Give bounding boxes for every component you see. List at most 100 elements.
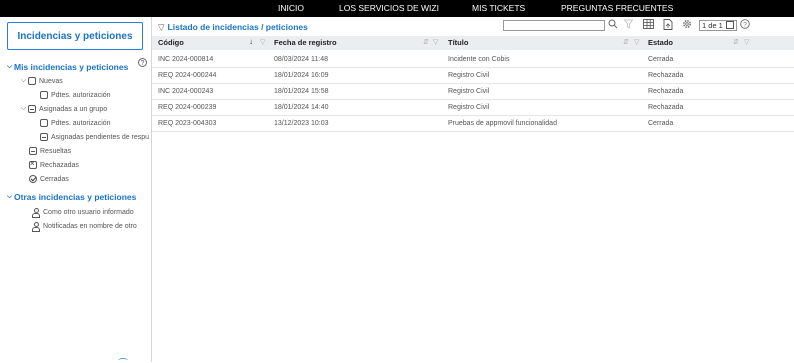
dashed-box-icon [40,133,48,141]
sort-icon[interactable]: ⇵ [623,38,629,46]
cell-codigo: INC 2024-000814 [158,56,214,63]
tree-label: Resueltas [40,147,72,155]
dashed-box-icon [28,105,36,113]
column-header-estado[interactable]: Estado [648,38,673,47]
column-filter-icon[interactable]: ▽ [260,38,265,46]
cell-estado: Cerrada [648,56,674,63]
help-icon[interactable]: ? [740,19,750,31]
chevron-down-icon: ⌵ [6,63,13,70]
svg-text:?: ? [743,21,747,28]
dashed-box-icon [29,147,37,155]
cell-estado: Cerrada [648,120,674,127]
tree-otro-usuario[interactable]: Como otro usuario informado [31,206,134,218]
column-filter-icon[interactable]: ▽ [744,38,749,46]
tree-asignadas[interactable]: ⌵ Asignadas a un grupo [19,103,107,115]
help-icon[interactable]: ? [138,58,147,67]
table-header: Código ↓ ▽ Fecha de registro ⇵ ▽ Título … [152,36,794,50]
table-row[interactable]: INC 2024-000243 18/01/2024 15:58 Registr… [152,84,794,100]
tree-label: Asignadas a un grupo [39,105,108,113]
search-input[interactable] [503,20,605,31]
tree-label: Rechazadas [40,161,79,169]
cell-fecha: 08/03/2024 11:48 [274,56,328,63]
chevron-down-icon: ⌵ [20,77,27,84]
main-panel: ▽ Listado de incidencias / peticiones 1 d… [152,17,794,362]
tree-notificadas[interactable]: Notificadas en nombre de otro [31,220,137,232]
list-title: ▽ Listado de incidencias / peticiones [158,22,308,33]
nav-servicios[interactable]: LOS SERVICIOS DE WIZI [339,3,439,13]
tree-asignadas-pdtes[interactable]: Pdtes. autorización [40,117,111,129]
list-title-text: Listado de incidencias / peticiones [167,22,308,32]
scroll-indicator [118,358,128,363]
gear-icon[interactable] [682,19,692,31]
chevron-down-icon: ⌵ [6,193,13,200]
table-row[interactable]: REQ 2024-000244 18/01/2024 16:09 Registr… [152,68,794,84]
tree-label: Asignadas pendientes de respu [51,133,150,141]
search-icon[interactable] [608,19,618,31]
sort-desc-icon[interactable]: ↓ [249,37,253,46]
column-header-fecha[interactable]: Fecha de registro [274,38,337,47]
cell-codigo: INC 2024-000243 [158,88,214,95]
tree-label: Cerradas [40,175,69,183]
nav-preguntas-frecuentes[interactable]: PREGUNTAS FRECUENTES [561,3,673,13]
cell-fecha: 18/01/2024 15:58 [274,88,329,95]
table-row[interactable]: REQ 2023-004303 13/12/2023 10:03 Pruebas… [152,116,794,132]
nav-mis-tickets[interactable]: MIS TICKETS [472,3,525,13]
column-header-titulo[interactable]: Título [448,38,468,47]
empty-box-icon [28,77,36,85]
table-row[interactable]: REQ 2024-000239 18/01/2024 14:40 Registr… [152,100,794,116]
tree-label: Notificadas en nombre de otro [43,222,137,230]
cell-estado: Rechazada [648,88,684,95]
tree-nuevas-pdtes[interactable]: Pdtes. autorización [40,89,111,101]
sort-icon[interactable]: ⇵ [733,38,739,46]
user-icon [31,207,40,218]
column-filter-icon[interactable]: ▽ [433,38,438,46]
empty-box-icon [40,119,48,127]
tree-rechazadas[interactable]: Rechazadas [29,159,79,171]
user-icon [31,221,40,232]
grid-icon[interactable] [643,19,654,31]
sort-icon[interactable]: ⇵ [423,38,429,46]
column-header-codigo[interactable]: Código [158,38,184,47]
tree-label: Como otro usuario informado [43,208,134,216]
chevron-down-icon: ⌵ [20,105,27,112]
nav-inicio[interactable]: INICIO [278,3,304,13]
tree-asignadas-pendientes[interactable]: Asignadas pendientes de respu [40,131,151,143]
cell-titulo: Registro Civil [448,72,490,79]
cell-codigo: REQ 2024-000239 [158,104,217,111]
cell-codigo: REQ 2023-004303 [158,120,217,127]
filter-icon[interactable] [623,19,634,31]
cell-titulo: Registro Civil [448,88,490,95]
cell-titulo: Incidente con Cobis [448,56,510,63]
cell-fecha: 18/01/2024 14:40 [274,104,329,111]
tree-otras-incidencias[interactable]: ⌵ Otras incidencias y peticiones [5,191,137,203]
copy-icon[interactable] [725,21,734,29]
cell-estado: Rechazada [648,104,684,111]
cell-fecha: 13/12/2023 10:03 [274,120,329,127]
cell-estado: Rechazada [648,72,684,79]
cell-codigo: REQ 2024-000244 [158,72,217,79]
export-icon[interactable] [663,19,673,32]
table-row[interactable]: INC 2024-000814 08/03/2024 11:48 Inciden… [152,52,794,68]
tree-label: Pdtes. autorización [51,119,111,127]
tree-cerradas[interactable]: Cerradas [29,173,69,185]
tree-resueltas[interactable]: Resueltas [29,145,71,157]
x-box-icon [29,159,37,169]
empty-box-icon [40,91,48,99]
cell-titulo: Registro Civil [448,104,490,111]
page-indicator: 1 de 1 [702,21,723,30]
tree-label: Otras incidencias y peticiones [14,192,137,202]
cell-fecha: 18/01/2024 16:09 [274,72,329,79]
tree-nuevas[interactable]: ⌵ Nuevas [19,75,63,87]
filter-icon[interactable]: ▽ [158,22,165,32]
tree-label: Nuevas [39,77,63,85]
pagination[interactable]: 1 de 1 [699,20,737,31]
column-filter-icon[interactable]: ▽ [634,38,639,46]
sidebar: Incidencias y peticiones ? ⌵ Mis inciden… [0,17,152,362]
tree-mis-incidencias[interactable]: ⌵ Mis incidencias y peticiones [5,61,128,73]
sidebar-title-button[interactable]: Incidencias y peticiones [7,22,143,50]
tree-label: Pdtes. autorización [51,91,111,99]
tree-label: Mis incidencias y peticiones [14,62,129,72]
check-circle-icon [29,175,37,183]
top-navigation-bar: INICIO LOS SERVICIOS DE WIZI MIS TICKETS… [0,0,794,17]
cell-titulo: Pruebas de appmovil funcionalidad [448,120,557,127]
